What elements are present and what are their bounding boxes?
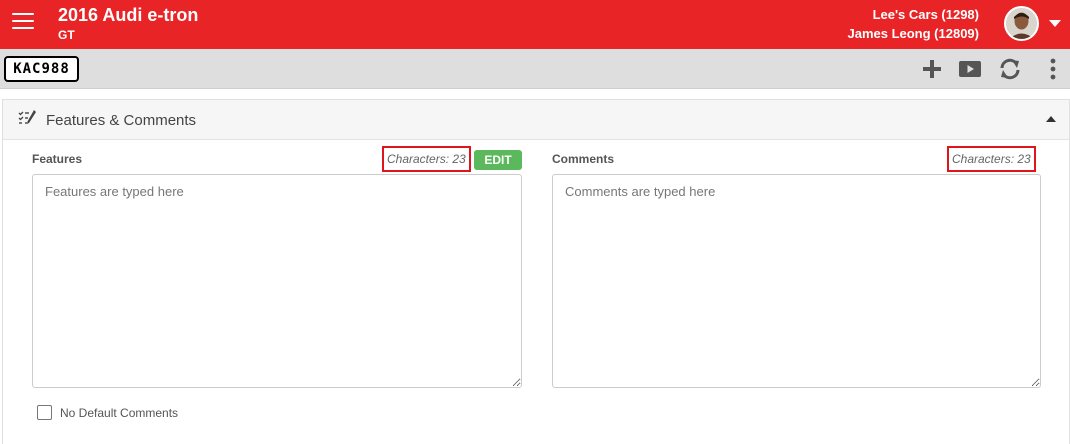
features-char-count: Characters: 23 [382,146,471,172]
caret-down-icon[interactable] [1049,20,1061,27]
app-header: 2016 Audi e-tron GT Lee's Cars (1298) Ja… [0,0,1070,49]
license-plate: KAC988 [4,56,79,82]
caret-up-icon[interactable] [1046,116,1056,122]
features-textarea[interactable] [32,174,522,388]
video-play-icon[interactable] [958,57,982,81]
user-name: James Leong (12809) [847,26,979,41]
no-default-comments-label: No Default Comments [60,406,179,420]
avatar[interactable] [1004,6,1039,41]
no-default-comments-checkbox[interactable] [37,405,52,420]
features-label: Features [32,152,83,166]
hamburger-menu-icon[interactable] [12,13,34,31]
vehicle-title: 2016 Audi e-tron [58,5,199,25]
vehicle-subtitle: GT [58,28,75,42]
edit-button[interactable]: EDIT [474,150,522,170]
refresh-icon[interactable] [998,57,1022,81]
panel-header[interactable]: Features & Comments [3,100,1069,140]
panel-title: Features & Comments [46,112,197,129]
dealer-name: Lee's Cars (1298) [872,7,979,22]
toolbar: KAC988 [0,49,1070,89]
comments-label: Comments [552,152,615,166]
more-vertical-icon[interactable] [1041,57,1065,81]
list-edit-icon [18,110,36,124]
comments-textarea[interactable] [552,174,1041,388]
comments-char-count: Characters: 23 [947,146,1036,172]
plus-icon[interactable] [920,57,944,81]
avatar-image [1006,8,1037,39]
